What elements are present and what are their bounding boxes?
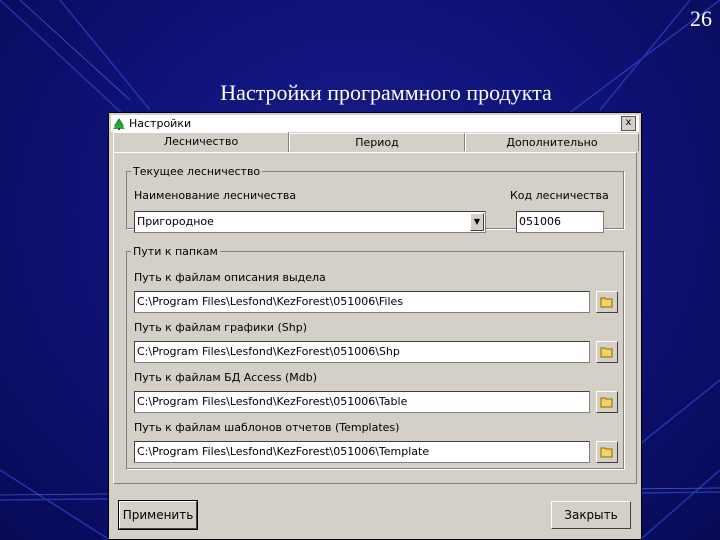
tab-forestry[interactable]: Лесничество <box>113 132 289 152</box>
apply-button[interactable]: Применить <box>118 500 198 530</box>
browse-button-templates[interactable] <box>596 441 618 463</box>
forestry-code-field[interactable]: 051006 <box>516 211 604 233</box>
path-field-shp[interactable]: C:\Program Files\Lesfond\KezForest\05100… <box>134 341 590 363</box>
browse-button-shp[interactable] <box>596 341 618 363</box>
path-field-templates[interactable]: C:\Program Files\Lesfond\KezForest\05100… <box>134 441 590 463</box>
slide-title: Настройки программного продукта <box>220 80 552 105</box>
folder-icon <box>600 297 613 308</box>
forestry-name-value: Пригородное <box>137 215 214 228</box>
folder-icon <box>600 447 613 458</box>
close-button[interactable]: Закрыть <box>551 501 631 529</box>
path-label-files: Путь к файлам описания выдела <box>134 271 326 284</box>
path-label-templates: Путь к файлам шаблонов отчетов (Template… <box>134 421 400 434</box>
path-field-files[interactable]: C:\Program Files\Lesfond\KezForest\05100… <box>134 291 590 313</box>
paths-legend: Пути к папкам <box>133 245 218 258</box>
path-field-mdb[interactable]: C:\Program Files\Lesfond\KezForest\05100… <box>134 391 590 413</box>
path-label-shp: Путь к файлам графики (Shp) <box>134 321 308 334</box>
chevron-down-icon[interactable]: ▼ <box>470 213 484 231</box>
tab-strip: Лесничество Период Дополнительно <box>113 132 639 153</box>
close-icon[interactable]: x <box>621 116 636 131</box>
folder-icon <box>600 397 613 408</box>
tree-icon <box>113 117 125 130</box>
folder-icon <box>600 347 613 358</box>
dialog-titlebar[interactable]: Настройки x <box>111 115 639 132</box>
tab-period[interactable]: Период <box>289 133 465 151</box>
current-forestry-legend: Текущее лесничество <box>133 165 261 178</box>
tab-panel: Текущее лесничество Наименование лесниче… <box>113 152 637 484</box>
browse-button-mdb[interactable] <box>596 391 618 413</box>
path-label-mdb: Путь к файлам БД Access (Mdb) <box>134 371 317 384</box>
dialog-title: Настройки <box>129 117 192 130</box>
forestry-name-select[interactable]: Пригородное ▼ <box>134 211 486 233</box>
tab-additional[interactable]: Дополнительно <box>465 133 639 151</box>
forestry-code-label: Код лесничества <box>510 189 609 202</box>
settings-dialog: Настройки x Лесничество Период Дополните… <box>108 112 642 540</box>
forestry-name-label: Наименование лесничества <box>134 189 297 202</box>
browse-button-files[interactable] <box>596 291 618 313</box>
slide-number: 26 <box>690 6 712 31</box>
